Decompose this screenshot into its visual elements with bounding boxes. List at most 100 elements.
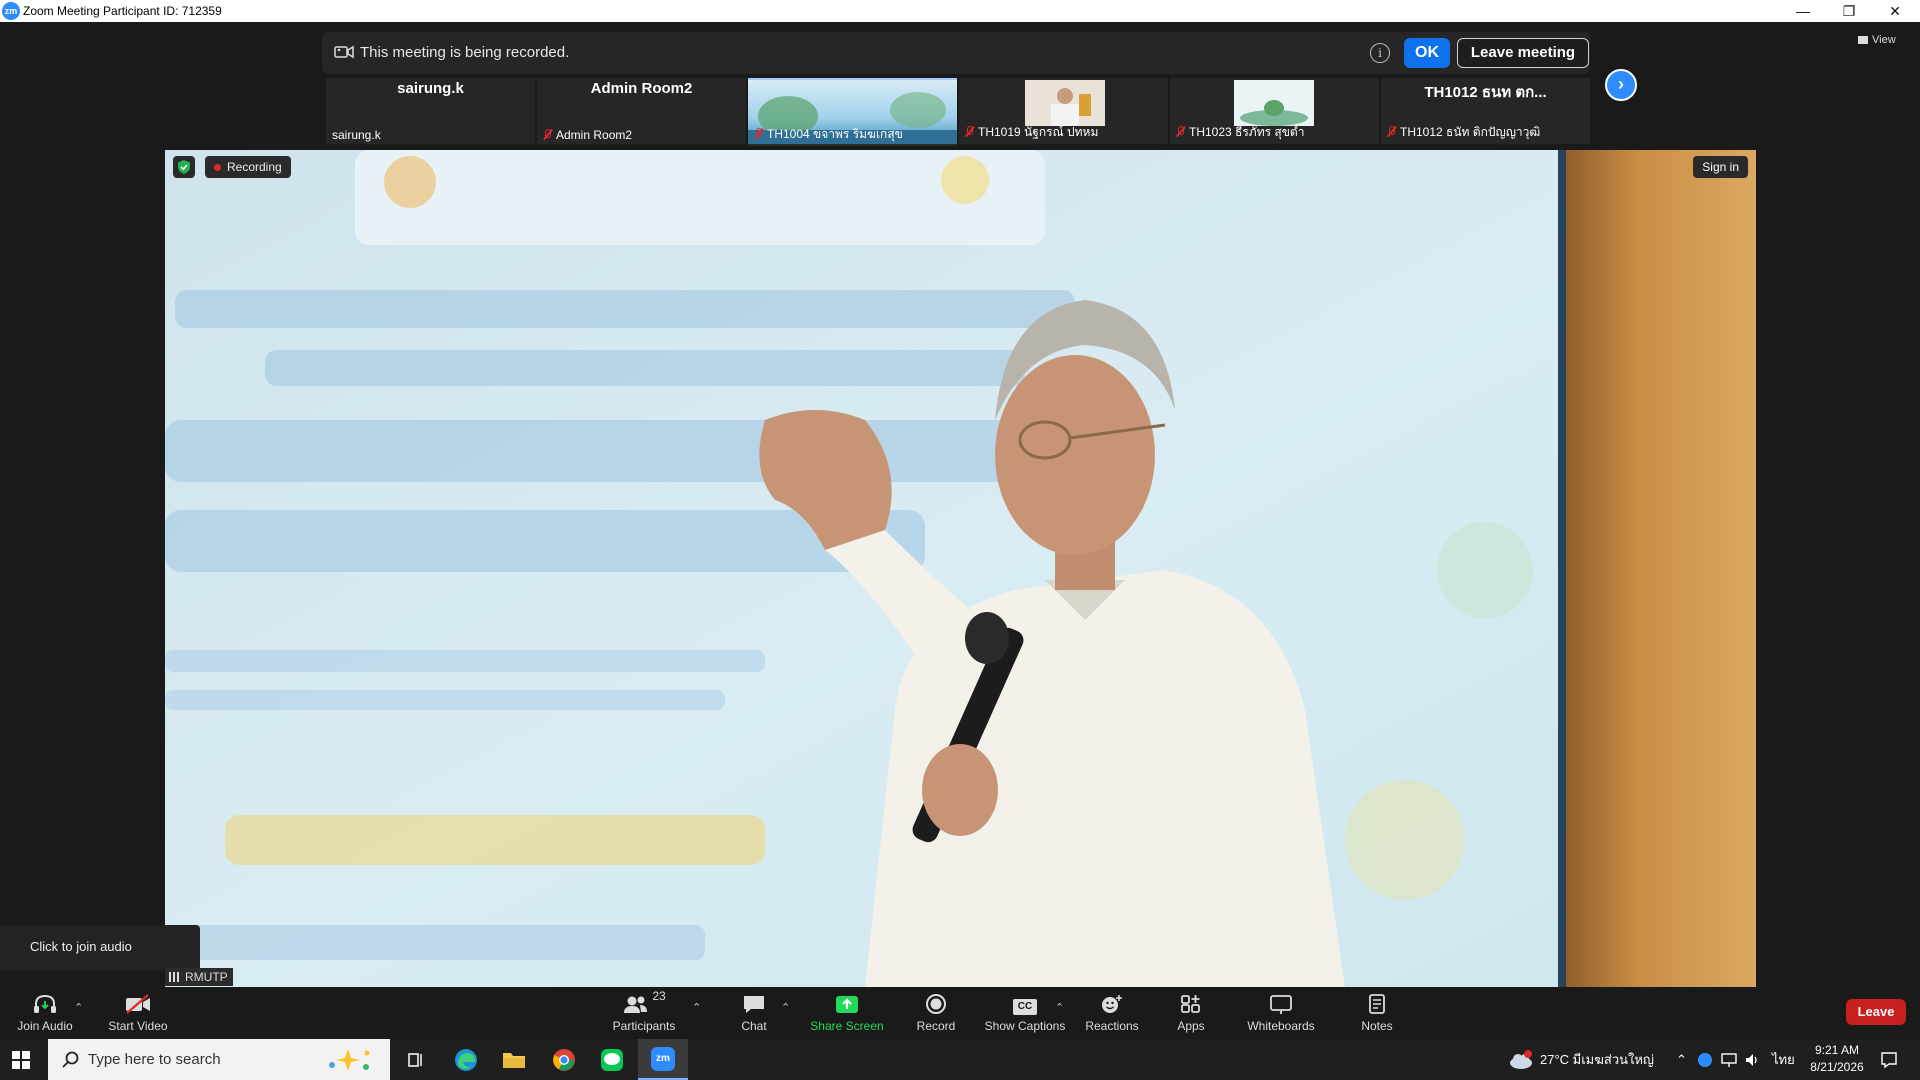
participant-label: sairung.k [332, 128, 381, 142]
weather-text: 27°C มีเมฆส่วนใหญ่ [1540, 1052, 1655, 1067]
edge-icon [455, 1048, 477, 1071]
chat-icon [744, 996, 764, 1013]
zoom-logo-icon: zm [2, 2, 20, 20]
minimize-button[interactable]: — [1780, 0, 1826, 22]
start-video-label: Start Video [108, 1019, 168, 1033]
volume-tray-icon[interactable] [1744, 1039, 1760, 1080]
windows-start-icon[interactable] [12, 1051, 30, 1069]
join-audio-label: Join Audio [17, 1019, 73, 1033]
chat-button[interactable]: Chat [724, 987, 784, 1039]
chrome-icon [553, 1048, 575, 1071]
windows-taskbar: Type here to search zm 27°C มีเมฆส่วนใหญ… [0, 1039, 1920, 1080]
line-app-button[interactable] [588, 1039, 636, 1080]
participant-tile[interactable]: sairung.k sairung.k [326, 78, 535, 144]
info-icon[interactable]: i [1370, 43, 1390, 63]
start-video-button[interactable]: Start Video [100, 987, 176, 1039]
participant-tile[interactable]: TH1019 นัฐกรณ์ ปทหม [959, 78, 1168, 144]
edge-browser-button[interactable] [442, 1039, 490, 1080]
leave-button[interactable]: Leave [1846, 999, 1906, 1025]
speaker-icon [1746, 1053, 1757, 1066]
encryption-shield-icon[interactable] [173, 156, 195, 178]
input-language-indicator[interactable]: ไทย [1772, 1039, 1795, 1080]
apps-label: Apps [1177, 1019, 1205, 1033]
video-off-icon [126, 994, 150, 1014]
participants-options-caret-icon[interactable]: ⌃ [692, 1001, 701, 1014]
reactions-button[interactable]: Reactions [1080, 987, 1144, 1039]
network-icon [1721, 1052, 1737, 1067]
recording-indicator[interactable]: Recording [205, 156, 291, 178]
folder-icon [503, 1052, 525, 1068]
share-screen-icon [836, 996, 858, 1013]
mic-muted-icon [1387, 126, 1396, 137]
zoom-taskbar-icon: zm [651, 1046, 675, 1071]
participant-label: TH1023 ธีรภัทร สุขต่ำ [1176, 123, 1304, 142]
close-window-button[interactable]: ✕ [1872, 0, 1918, 22]
notification-icon [1881, 1051, 1897, 1068]
join-audio-tooltip: Click to join audio [0, 925, 200, 971]
zoom-app-button[interactable]: zm [638, 1039, 688, 1080]
restore-button[interactable]: ❐ [1826, 0, 1872, 22]
line-app-icon [601, 1048, 623, 1071]
speaker-video-frame [165, 150, 1756, 987]
meeting-toolbar: Join Audio ⌃ Start Video 23 Participants… [0, 987, 1920, 1039]
show-hidden-icons-button[interactable]: ⌃ [1676, 1039, 1687, 1080]
participants-label: Participants [612, 1019, 676, 1033]
apps-icon [1181, 995, 1200, 1013]
participant-name: Admin Room2 [590, 80, 693, 97]
reactions-label: Reactions [1085, 1019, 1139, 1033]
view-button[interactable]: View [1858, 34, 1896, 46]
chat-label: Chat [741, 1019, 767, 1033]
sign-in-button[interactable]: Sign in [1693, 156, 1748, 178]
record-label: Record [916, 1019, 956, 1033]
mic-muted-icon [1176, 126, 1185, 137]
notes-icon [1369, 994, 1385, 1014]
file-explorer-button[interactable] [490, 1039, 538, 1080]
view-label: View [1872, 34, 1896, 46]
task-view-button[interactable] [392, 1039, 440, 1080]
chat-options-caret-icon[interactable]: ⌃ [781, 1001, 790, 1014]
view-grid-icon [1858, 36, 1868, 45]
share-screen-label: Share Screen [810, 1019, 884, 1033]
participant-tile[interactable]: Admin Room2 Admin Room2 [537, 78, 746, 144]
record-button[interactable]: Record [906, 987, 966, 1039]
network-name-label: RMUTP [165, 968, 233, 986]
whiteboards-button[interactable]: Whiteboards [1240, 987, 1322, 1039]
whiteboards-label: Whiteboards [1247, 1019, 1315, 1033]
participant-tile-active[interactable]: TH1004 ขจาพร ริมฆเกสุข [748, 78, 957, 146]
headphones-icon [34, 994, 56, 1013]
notification-center-button[interactable] [1880, 1039, 1898, 1080]
join-audio-button[interactable]: Join Audio [10, 987, 80, 1039]
mic-muted-icon [543, 129, 552, 140]
main-speaker-video: Recording Sign in [165, 150, 1756, 987]
search-highlight-sparkle-icon [329, 1049, 370, 1071]
participant-name: sairung.k [397, 80, 464, 97]
network-tray-icon[interactable] [1720, 1039, 1738, 1080]
leave-meeting-button[interactable]: Leave meeting [1457, 38, 1589, 68]
participant-name: TH1012 ธนท ตก... [1424, 84, 1547, 101]
audio-options-caret-icon[interactable]: ⌃ [74, 1001, 83, 1014]
cloud-weather-icon [1510, 1049, 1532, 1069]
ok-button[interactable]: OK [1404, 38, 1450, 68]
share-screen-button[interactable]: Share Screen [808, 987, 886, 1039]
participant-tile[interactable]: TH1012 ธนท ตก... TH1012 ธนัท ติกปัญญาวุฒ… [1381, 78, 1590, 144]
notes-label: Notes [1361, 1019, 1393, 1033]
mic-muted-icon [965, 126, 974, 137]
taskbar-search-box[interactable]: Type here to search [48, 1039, 390, 1080]
whiteboard-icon [1270, 995, 1292, 1014]
captions-options-caret-icon[interactable]: ⌃ [1055, 1001, 1064, 1014]
notes-button[interactable]: Notes [1352, 987, 1402, 1039]
recording-notice-banner: This meeting is being recorded. i OK Lea… [322, 32, 1590, 74]
participant-tile[interactable]: TH1023 ธีรภัทร สุขต่ำ [1170, 78, 1379, 144]
zoom-tray-dot-icon [1698, 1052, 1712, 1067]
weather-widget[interactable]: 27°C มีเมฆส่วนใหญ่ [1508, 1039, 1654, 1080]
next-page-arrow-icon[interactable]: › [1605, 69, 1637, 101]
zoom-tray-icon[interactable] [1698, 1039, 1712, 1080]
record-icon [926, 994, 946, 1014]
participants-button[interactable]: 23 Participants [604, 987, 684, 1039]
tooltip-text: Click to join audio [30, 939, 132, 954]
taskbar-clock[interactable]: 9:21 AM 8/21/2026 [1798, 1042, 1876, 1076]
recording-camera-icon [334, 45, 354, 59]
chrome-browser-button[interactable] [540, 1039, 588, 1080]
apps-button[interactable]: Apps [1165, 987, 1217, 1039]
participant-count: 23 [652, 989, 666, 1003]
